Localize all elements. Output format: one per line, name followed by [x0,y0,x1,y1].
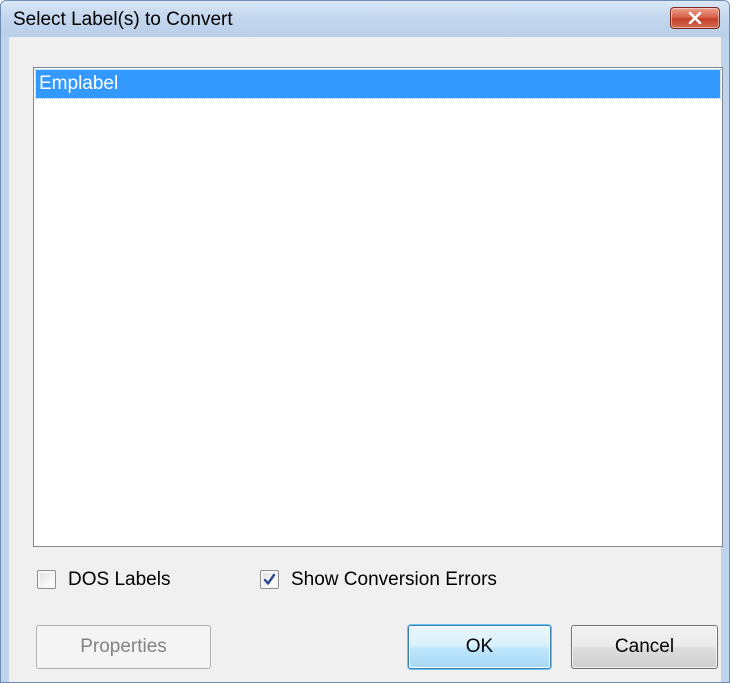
cancel-button[interactable]: Cancel [571,625,718,669]
dos-labels-label[interactable]: DOS Labels [68,569,170,591]
dos-labels-checkbox[interactable] [37,570,56,589]
close-button[interactable] [670,7,720,29]
show-conversion-errors-checkbox[interactable] [260,570,279,589]
show-conversion-errors-label[interactable]: Show Conversion Errors [291,569,497,591]
title-bar[interactable]: Select Label(s) to Convert [1,1,729,37]
dialog-window: Select Label(s) to Convert Emplabel DOS … [0,0,730,683]
properties-button[interactable]: Properties [36,625,211,669]
list-item-emplabel[interactable]: Emplabel [35,69,721,99]
label-listbox[interactable]: Emplabel [33,67,723,547]
dialog-client-area: Emplabel DOS Labels Show Conversion Erro… [9,37,723,682]
close-icon [688,12,702,24]
dialog-title: Select Label(s) to Convert [13,9,233,30]
checkmark-icon [263,573,276,585]
ok-button[interactable]: OK [408,625,551,669]
